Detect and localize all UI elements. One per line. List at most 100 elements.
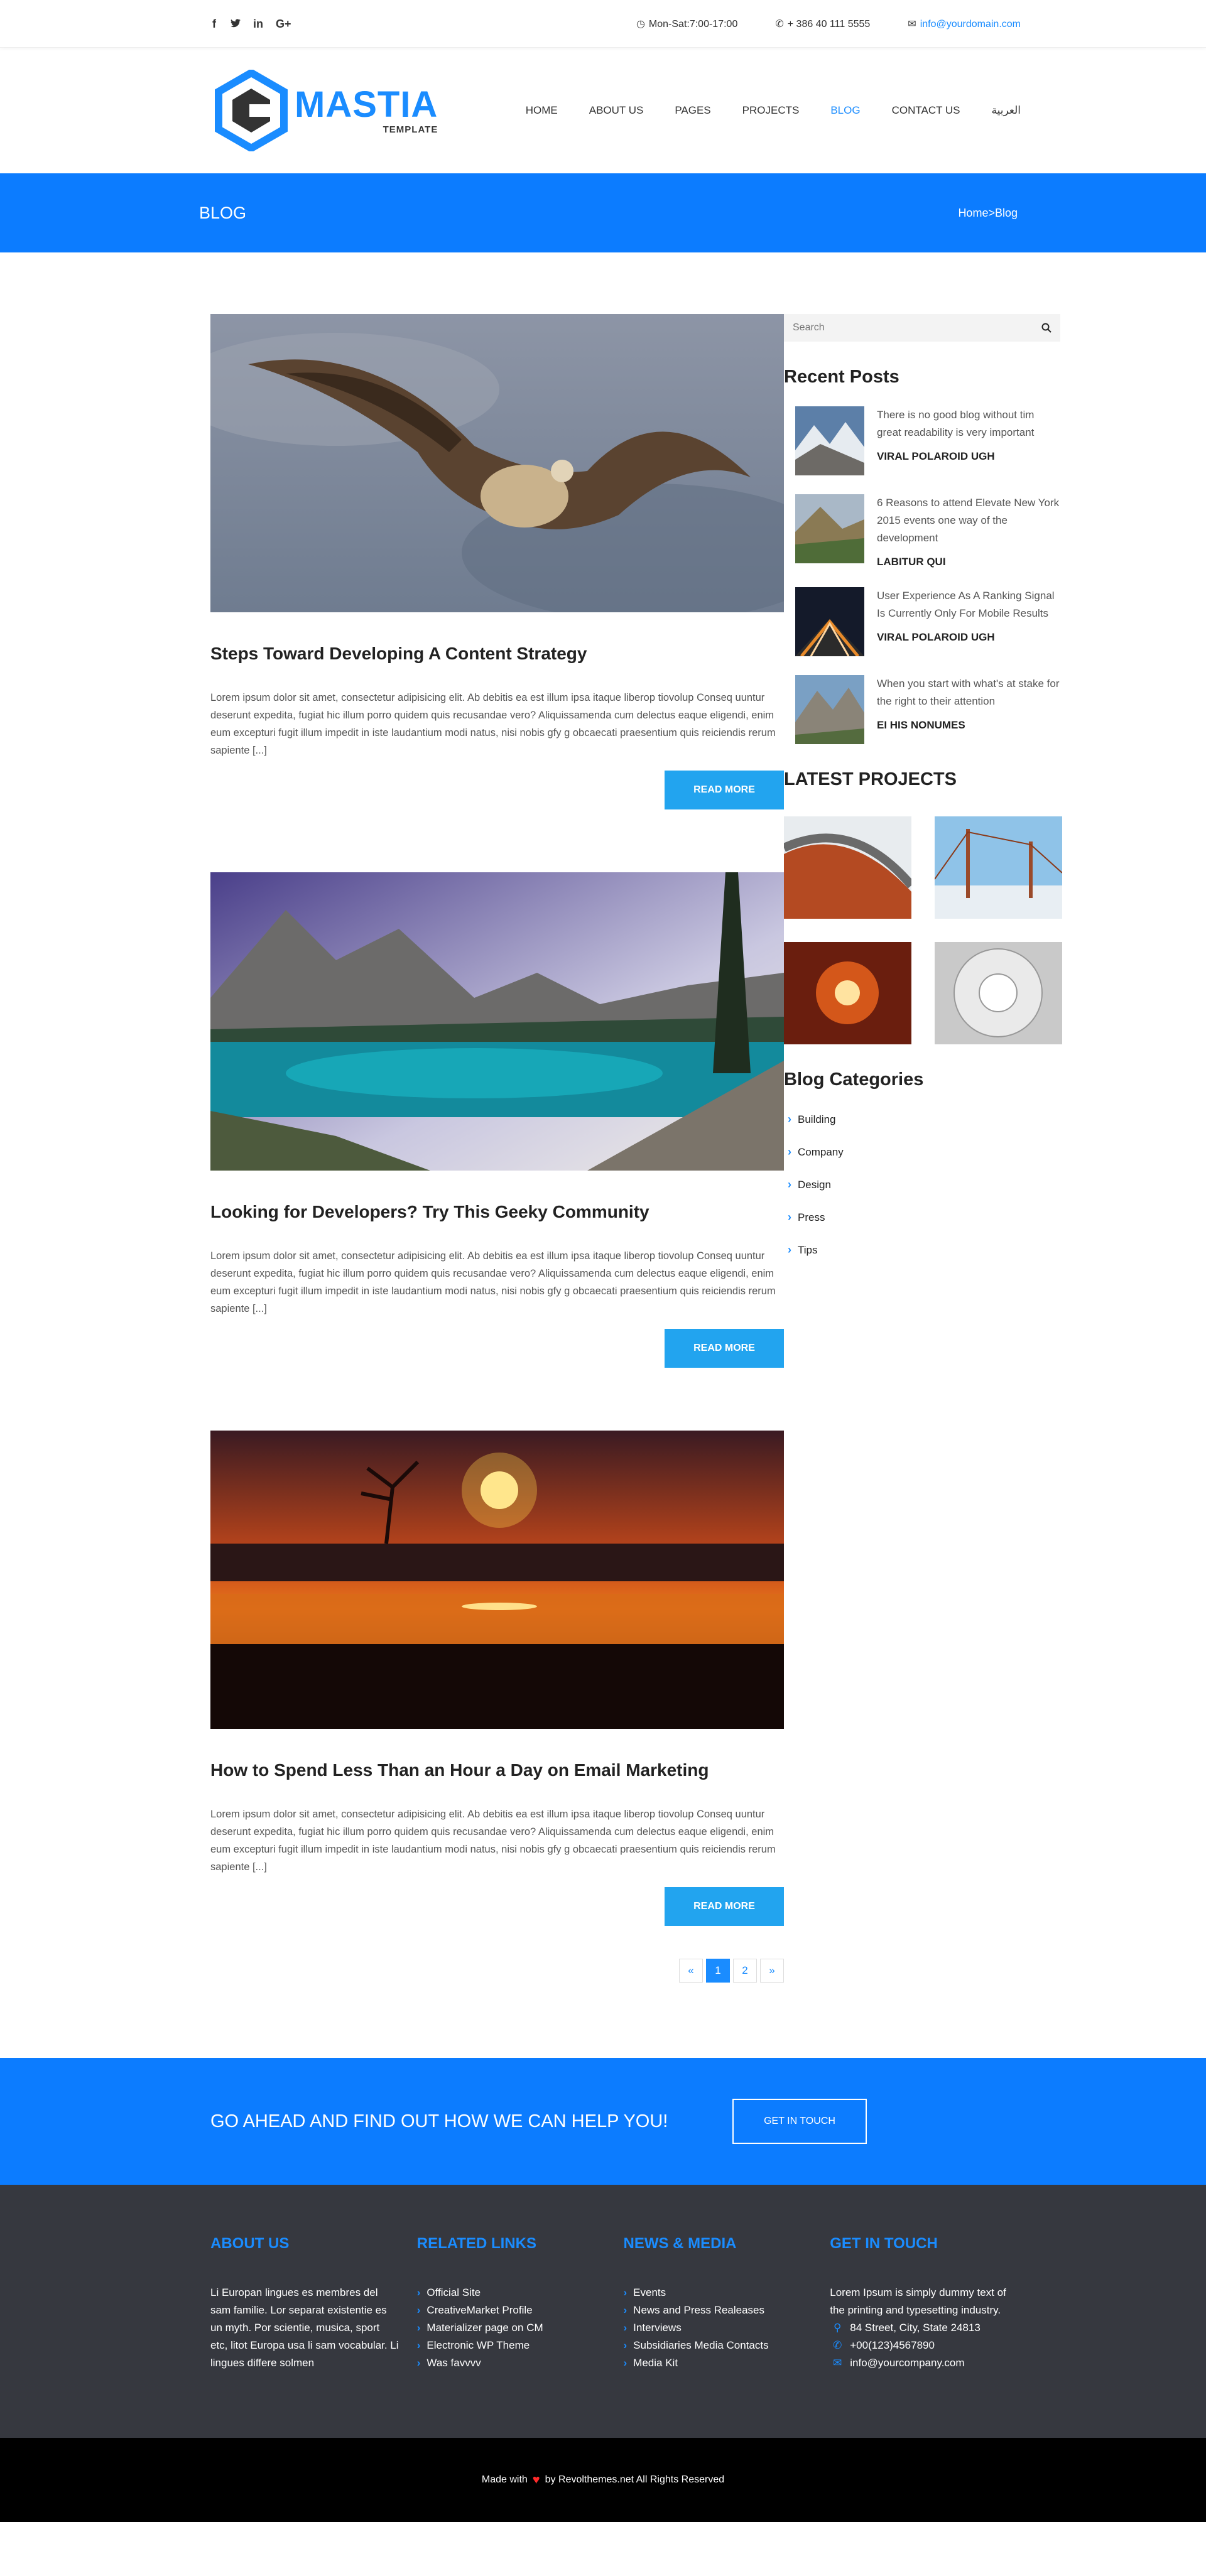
- facebook-icon[interactable]: f: [210, 18, 218, 31]
- logo[interactable]: MASTIA TEMPLATE: [210, 70, 438, 151]
- footer-link-label[interactable]: Official Site: [426, 2284, 481, 2302]
- category-label[interactable]: Press: [798, 1211, 825, 1224]
- recent-post-title[interactable]: There is no good blog without tim great …: [877, 406, 1060, 441]
- nav-projects[interactable]: PROJECTS: [742, 104, 800, 117]
- recent-post-item[interactable]: User Experience As A Ranking Signal Is C…: [784, 587, 1060, 656]
- twitter-icon[interactable]: [231, 18, 241, 31]
- post-title[interactable]: Looking for Developers? Try This Geeky C…: [210, 1202, 784, 1222]
- project-thumbnail[interactable]: [935, 942, 1062, 1044]
- recent-post-item[interactable]: 6 Reasons to attend Elevate New York 201…: [784, 494, 1060, 568]
- phone-icon: ✆: [775, 19, 784, 30]
- breadcrumb[interactable]: Home>Blog: [958, 207, 1018, 220]
- footer-link[interactable]: › Official Site: [417, 2284, 624, 2302]
- chevron-right-icon: ›: [623, 2339, 627, 2351]
- footer-heading: RELATED LINKS: [416, 2235, 536, 2252]
- project-thumbnail[interactable]: [935, 816, 1062, 919]
- page-button[interactable]: 2: [733, 1959, 757, 1983]
- footer-link-label[interactable]: Interviews: [633, 2319, 682, 2337]
- google-plus-icon[interactable]: G+: [276, 18, 291, 31]
- footer-heading: GET IN TOUCH: [830, 2235, 938, 2252]
- nav-contact-us[interactable]: CONTACT US: [892, 104, 960, 117]
- post-title[interactable]: How to Spend Less Than an Hour a Day on …: [210, 1760, 784, 1780]
- footer-link[interactable]: › Media Kit: [624, 2354, 830, 2372]
- footer-link[interactable]: › Subsidiaries Media Contacts: [624, 2337, 830, 2354]
- category-label[interactable]: Building: [798, 1113, 836, 1126]
- nav-language-arabic[interactable]: العربية: [992, 104, 1021, 117]
- recent-post-thumbnail[interactable]: [795, 675, 864, 744]
- read-more-button[interactable]: READ MORE: [665, 771, 784, 809]
- category-item[interactable]: › Building: [784, 1113, 1060, 1126]
- category-item[interactable]: › Design: [784, 1178, 1060, 1191]
- recent-post-item[interactable]: There is no good blog without tim great …: [784, 406, 1060, 475]
- page-button-current[interactable]: 1: [706, 1959, 730, 1983]
- recent-post-title[interactable]: When you start with what's at stake for …: [877, 675, 1060, 710]
- footer-link[interactable]: › Interviews: [624, 2319, 830, 2337]
- footer-link[interactable]: › Events: [624, 2284, 830, 2302]
- email-link[interactable]: info@yourcompany.com: [850, 2354, 964, 2372]
- phone-text: + 386 40 111 5555: [787, 19, 871, 30]
- recent-post-thumbnail[interactable]: [795, 587, 864, 656]
- footer-link[interactable]: › News and Press Realeases: [624, 2302, 830, 2319]
- phone-icon: ✆: [833, 2339, 842, 2351]
- blog-post: Steps Toward Developing A Content Strate…: [210, 314, 784, 809]
- post-image-eagle[interactable]: [210, 314, 784, 612]
- search-input[interactable]: [793, 322, 923, 333]
- nav-blog[interactable]: BLOG: [830, 104, 860, 117]
- post-image-sunset[interactable]: [210, 1431, 784, 1729]
- category-item[interactable]: › Press: [784, 1211, 1060, 1224]
- footer-link-label[interactable]: Subsidiaries Media Contacts: [633, 2337, 768, 2354]
- category-item[interactable]: › Company: [784, 1145, 1060, 1159]
- recent-post-item[interactable]: When you start with what's at stake for …: [784, 675, 1060, 744]
- nav-pages[interactable]: PAGES: [675, 104, 710, 117]
- footer-link-label[interactable]: Materializer page on CM: [426, 2319, 543, 2337]
- post-title[interactable]: Steps Toward Developing A Content Strate…: [210, 644, 784, 664]
- blog-categories-heading: Blog Categories: [784, 1069, 924, 1090]
- project-thumbnail[interactable]: [784, 816, 911, 919]
- hours-text: Mon-Sat:7:00-17:00: [648, 19, 738, 30]
- envelope-icon: ✉: [833, 2357, 842, 2369]
- social-links: f in G+: [210, 18, 291, 31]
- project-thumbnail[interactable]: [784, 942, 911, 1044]
- footer-link-label[interactable]: Was favvvv: [426, 2354, 481, 2372]
- nav-home[interactable]: HOME: [526, 104, 558, 117]
- footer-link-label[interactable]: Events: [633, 2284, 666, 2302]
- post-image-mountain-lake[interactable]: [210, 872, 784, 1171]
- footer-link[interactable]: › Electronic WP Theme: [417, 2337, 624, 2354]
- search-icon[interactable]: [1041, 323, 1051, 333]
- next-page-button[interactable]: »: [760, 1959, 784, 1983]
- blog-post: How to Spend Less Than an Hour a Day on …: [210, 1431, 784, 1926]
- footer-get-in-touch: GET IN TOUCH Lorem Ipsum is simply dummy…: [830, 2235, 1036, 2372]
- read-more-button[interactable]: READ MORE: [665, 1329, 784, 1368]
- chevron-right-icon: ›: [416, 2286, 421, 2298]
- email-link[interactable]: info@yourdomain.com: [920, 19, 1021, 30]
- recent-post-author: VIRAL POLAROID UGH: [877, 450, 995, 462]
- copyright-prefix: Made with: [481, 2474, 528, 2485]
- category-label[interactable]: Tips: [798, 1244, 818, 1257]
- post-list: Steps Toward Developing A Content Strate…: [210, 314, 784, 2058]
- footer-link-label[interactable]: CreativeMarket Profile: [426, 2302, 532, 2319]
- category-label[interactable]: Company: [798, 1146, 844, 1159]
- footer-email: ✉ info@yourcompany.com: [830, 2354, 1036, 2372]
- get-in-touch-button[interactable]: GET IN TOUCH: [732, 2099, 867, 2144]
- footer-address: ⚲ 84 Street, City, State 24813: [830, 2319, 1036, 2337]
- footer-link[interactable]: › Was favvvv: [417, 2354, 624, 2372]
- copyright-bar: Made with ♥ by Revolthemes.net All Right…: [0, 2438, 1206, 2522]
- nav-about-us[interactable]: ABOUT US: [589, 104, 644, 117]
- category-label[interactable]: Design: [798, 1179, 831, 1191]
- recent-post-title[interactable]: User Experience As A Ranking Signal Is C…: [877, 587, 1060, 622]
- recent-post-title[interactable]: 6 Reasons to attend Elevate New York 201…: [877, 494, 1060, 547]
- category-item[interactable]: › Tips: [784, 1243, 1060, 1257]
- footer-link-label[interactable]: Media Kit: [633, 2354, 678, 2372]
- prev-page-button[interactable]: «: [679, 1959, 703, 1983]
- project-gallery: [784, 816, 1062, 1044]
- footer-link[interactable]: › CreativeMarket Profile: [417, 2302, 624, 2319]
- recent-post-thumbnail[interactable]: [795, 494, 864, 563]
- footer-link[interactable]: › Materializer page on CM: [417, 2319, 624, 2337]
- pagination: « 1 2 »: [210, 1959, 784, 2058]
- footer-link-label[interactable]: News and Press Realeases: [633, 2302, 764, 2319]
- recent-post-thumbnail[interactable]: [795, 406, 864, 475]
- footer-link-label[interactable]: Electronic WP Theme: [426, 2337, 530, 2354]
- read-more-button[interactable]: READ MORE: [665, 1887, 784, 1926]
- linkedin-icon[interactable]: in: [253, 18, 263, 31]
- footer-heading: NEWS & MEDIA: [623, 2235, 737, 2252]
